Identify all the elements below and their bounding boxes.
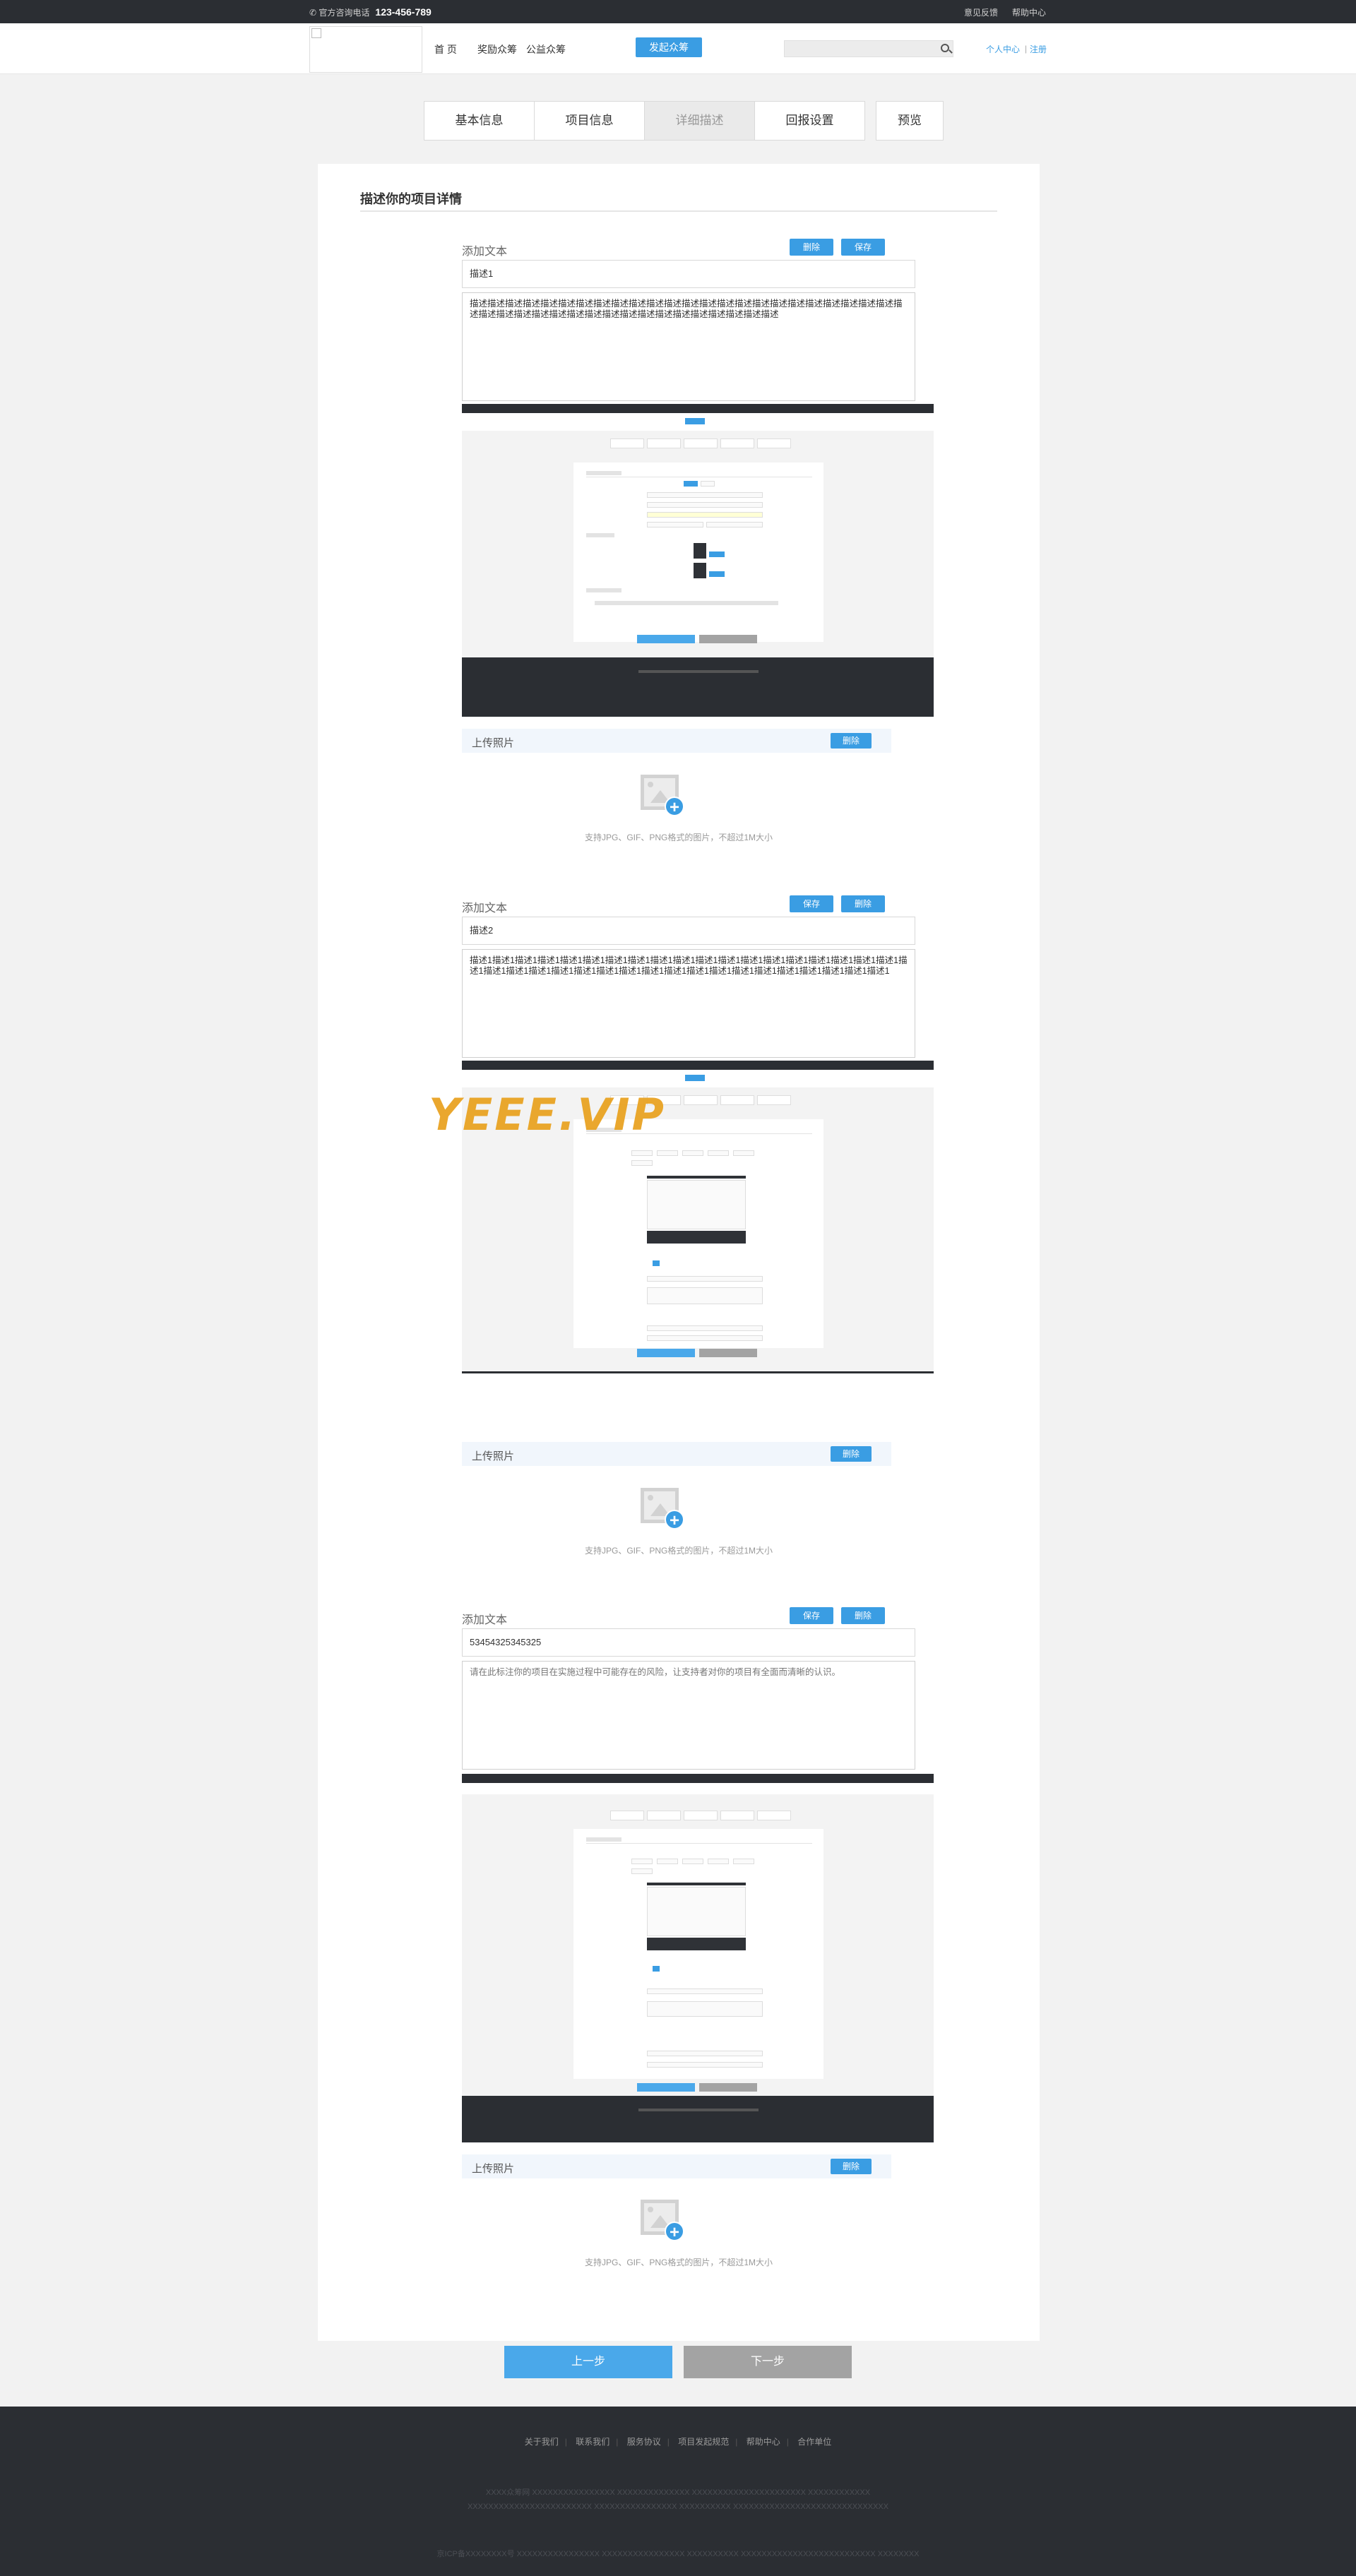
description-textarea[interactable]: 描述1描述1描述1描述1描述1描述1描述1描述1描述1描述1描述1描述1描述1描… <box>462 949 915 1058</box>
footer-link-guidelines[interactable]: 项目发起规范 <box>678 2437 729 2447</box>
footer-description: XXXX众筹网 XXXXXXXXXXXXXXXX XXXXXXXXXXXXXX … <box>467 2488 889 2511</box>
add-image-icon[interactable]: + <box>641 2200 684 2243</box>
tab-basic-info[interactable]: 基本信息 <box>424 101 535 141</box>
search-icon[interactable] <box>941 44 949 52</box>
footer-link-partners[interactable]: 合作单位 <box>797 2437 831 2447</box>
nav-reward-crowdfunding[interactable]: 奖励众筹 <box>477 42 517 56</box>
tab-reward-settings[interactable]: 回报设置 <box>754 101 865 141</box>
uploaded-screenshot <box>462 404 934 717</box>
upload-photo-label: 上传照片 <box>472 737 515 749</box>
tab-detail-description[interactable]: 详细描述 <box>644 101 755 141</box>
watermark-text: YEEE.VIP <box>429 1089 666 1140</box>
top-bar: ✆ 官方咨询电话 123-456-789 意见反馈 帮助中心 <box>0 0 1356 23</box>
site-footer: 关于我们 | 联系我们 | 服务协议 | 项目发起规范 | 帮助中心 | 合作单位 XXX… <box>0 2407 1356 2576</box>
phone-icon: ✆ <box>309 8 319 18</box>
description-textarea[interactable]: 请在此标注你的项目在实施过程中可能存在的风险，让支持者对你的项目有全面而清晰的认… <box>462 1661 915 1770</box>
upload-photo-label: 上传照片 <box>472 1450 515 1462</box>
delete-photo-button[interactable]: 删除 <box>831 2159 872 2174</box>
help-link[interactable]: 帮助中心 <box>1012 6 1046 18</box>
site-header: 首 页 奖励众筹 公益众筹 发起众筹 个人中心 | 注册 <box>0 23 1356 74</box>
register-link[interactable]: 注册 <box>1030 43 1047 55</box>
next-step-button[interactable]: 下一步 <box>684 2346 852 2378</box>
footer-copyright: 京ICP备XXXXXXXX号 XXXXXXXXXXXXXXXX XXXXXXXX… <box>436 2550 920 2558</box>
nav-charity-crowdfunding[interactable]: 公益众筹 <box>526 42 566 56</box>
upload-photo-bar: 上传照片 删除 <box>462 2154 891 2178</box>
add-image-icon[interactable]: + <box>641 1488 684 1532</box>
nav-home[interactable]: 首 页 <box>434 42 457 56</box>
delete-text-button[interactable]: 删除 <box>841 895 885 912</box>
hotline-label: 官方咨询电话 <box>319 8 370 18</box>
uploaded-screenshot <box>462 1774 934 2142</box>
delete-text-button[interactable]: 删除 <box>790 239 833 256</box>
hotline: ✆ 官方咨询电话 123-456-789 <box>309 6 432 18</box>
upload-photo-bar: 上传照片 删除 <box>462 729 891 753</box>
description-textarea[interactable]: 描述描述描述描述描述描述描述描述描述描述描述描述描述描述描述描述描述描述描述描述… <box>462 292 915 401</box>
tab-project-info[interactable]: 项目信息 <box>534 101 645 141</box>
prev-step-button[interactable]: 上一步 <box>504 2346 672 2378</box>
header-divider: | <box>1025 44 1028 54</box>
title-divider <box>360 210 997 212</box>
upload-hint: 支持JPG、GIF、PNG格式的图片，不超过1M大小 <box>584 1546 773 1556</box>
add-text-label: 添加文本 <box>462 902 508 914</box>
logo-image[interactable] <box>309 26 422 73</box>
delete-photo-button[interactable]: 删除 <box>831 1446 872 1462</box>
add-text-label: 添加文本 <box>462 246 508 258</box>
tab-preview[interactable]: 预览 <box>876 101 944 141</box>
footer-link-help[interactable]: 帮助中心 <box>747 2437 780 2447</box>
detail-form-card: 描述你的项目详情 添加文本 删除 保存 描述1 描述描述描述描述描述描述描述描述… <box>318 164 1040 2341</box>
feedback-link[interactable]: 意见反馈 <box>964 6 998 18</box>
broken-image-icon <box>311 28 321 38</box>
delete-text-button[interactable]: 删除 <box>841 1607 885 1624</box>
footer-link-contact[interactable]: 联系我们 <box>576 2437 609 2447</box>
delete-photo-button[interactable]: 删除 <box>831 733 872 749</box>
upload-hint: 支持JPG、GIF、PNG格式的图片，不超过1M大小 <box>584 2258 773 2267</box>
user-center-link[interactable]: 个人中心 <box>986 43 1020 55</box>
footer-link-about[interactable]: 关于我们 <box>525 2437 559 2447</box>
footer-links: 关于我们 | 联系我们 | 服务协议 | 项目发起规范 | 帮助中心 | 合作单位 <box>524 2437 832 2447</box>
save-text-button[interactable]: 保存 <box>790 895 833 912</box>
add-image-icon[interactable]: + <box>641 775 684 818</box>
footer-link-agreement[interactable]: 服务协议 <box>627 2437 661 2447</box>
description-title-input[interactable]: 描述1 <box>462 260 915 288</box>
upload-photo-label: 上传照片 <box>472 2163 515 2175</box>
search-input[interactable] <box>784 40 953 57</box>
launch-crowdfunding-button[interactable]: 发起众筹 <box>636 37 702 57</box>
page-title: 描述你的项目详情 <box>360 192 462 206</box>
save-text-button[interactable]: 保存 <box>790 1607 833 1624</box>
hotline-number: 123-456-789 <box>375 6 432 18</box>
save-text-button[interactable]: 保存 <box>841 239 885 256</box>
upload-photo-bar: 上传照片 删除 <box>462 1442 891 1466</box>
add-text-label: 添加文本 <box>462 1614 508 1626</box>
description-title-input[interactable]: 描述2 <box>462 917 915 945</box>
upload-hint: 支持JPG、GIF、PNG格式的图片，不超过1M大小 <box>584 833 773 842</box>
description-title-input[interactable]: 53454325345325 <box>462 1628 915 1657</box>
